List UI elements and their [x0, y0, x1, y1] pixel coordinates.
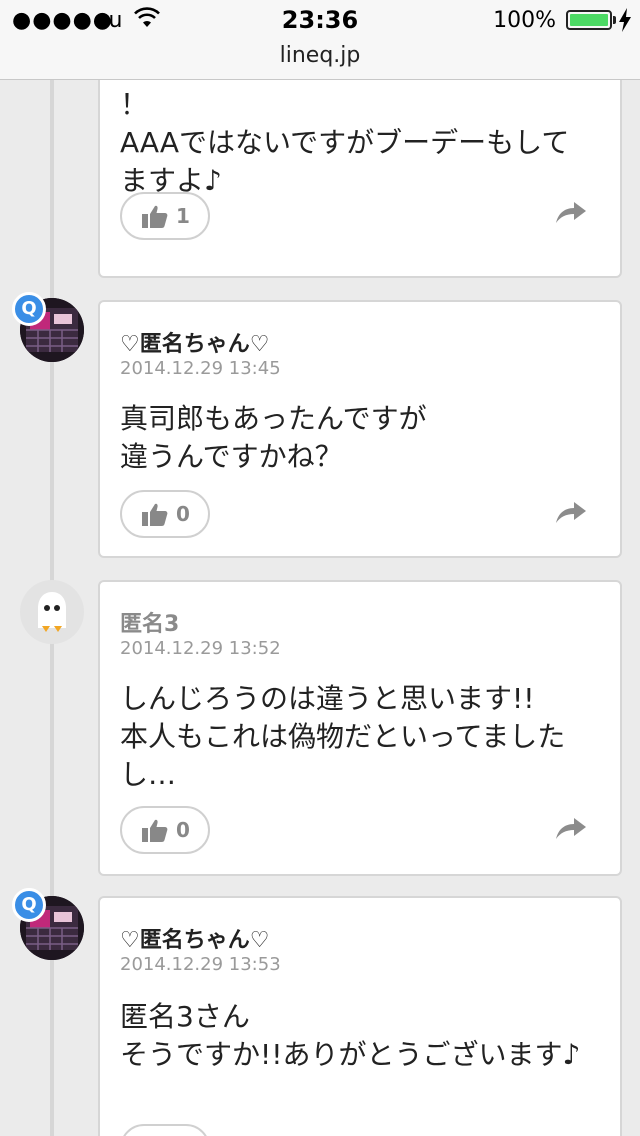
like-count: 0 [176, 818, 190, 842]
battery-tip [613, 16, 616, 24]
post-date: 2014.12.29 13:45 [120, 358, 281, 379]
answer-card: ！ AAAではないですがブーデーもしてますよ♪ 1 [98, 80, 622, 278]
answer-text: 真司郎もあったんですが 違うんですかね？ [120, 402, 427, 473]
answer-feed[interactable]: ！ AAAではないですがブーデーもしてますよ♪ 1 Q ♡匿名ちゃん♡ 2014… [0, 80, 640, 1136]
ghost-avatar-icon [38, 592, 66, 632]
status-bar: ●●●●● au 23:36 100% [0, 0, 640, 40]
question-badge: Q [12, 888, 46, 922]
answer-text: ！ AAAではないですがブーデーもしてますよ♪ [120, 88, 570, 197]
answer-text: しんじろうのは違うと思います!! 本人もこれは偽物だといってましたし… [120, 682, 566, 791]
answer-card: ♡匿名ちゃん♡ 2014.12.29 13:53 匿名3さん そうですか!!あり… [98, 896, 622, 1136]
post-date: 2014.12.29 13:52 [120, 638, 281, 659]
author-name[interactable]: 匿名3 [120, 606, 179, 638]
like-count: 1 [176, 204, 190, 228]
post-date: 2014.12.29 13:53 [120, 954, 281, 975]
like-count: 0 [176, 502, 190, 526]
battery-percent: 100% [493, 8, 556, 33]
question-badge: Q [12, 292, 46, 326]
answer-text: 匿名3さん そうですか!!ありがとうございます♪ [120, 1000, 581, 1071]
like-button[interactable]: 1 [120, 192, 210, 240]
author-name[interactable]: ♡匿名ちゃん♡ [120, 922, 269, 954]
url-bar[interactable]: lineq.jp [0, 40, 640, 80]
like-button[interactable] [120, 1124, 210, 1136]
share-arrow-icon[interactable] [556, 818, 586, 840]
answer-card: 匿名3 2014.12.29 13:52 しんじろうのは違うと思います!! 本人… [98, 580, 622, 876]
like-button[interactable]: 0 [120, 806, 210, 854]
url-domain[interactable]: lineq.jp [280, 43, 361, 68]
thumbs-up-icon [142, 819, 168, 842]
answer-card: ♡匿名ちゃん♡ 2014.12.29 13:45 真司郎もあったんですが 違うん… [98, 300, 622, 558]
user-avatar[interactable] [20, 580, 84, 644]
thumbs-up-icon [142, 503, 168, 526]
charging-icon [619, 8, 631, 32]
thumbs-up-icon [142, 205, 168, 228]
share-arrow-icon[interactable] [556, 202, 586, 224]
battery-icon [566, 10, 612, 30]
author-name[interactable]: ♡匿名ちゃん♡ [120, 326, 269, 358]
share-arrow-icon[interactable] [556, 502, 586, 524]
like-button[interactable]: 0 [120, 490, 210, 538]
